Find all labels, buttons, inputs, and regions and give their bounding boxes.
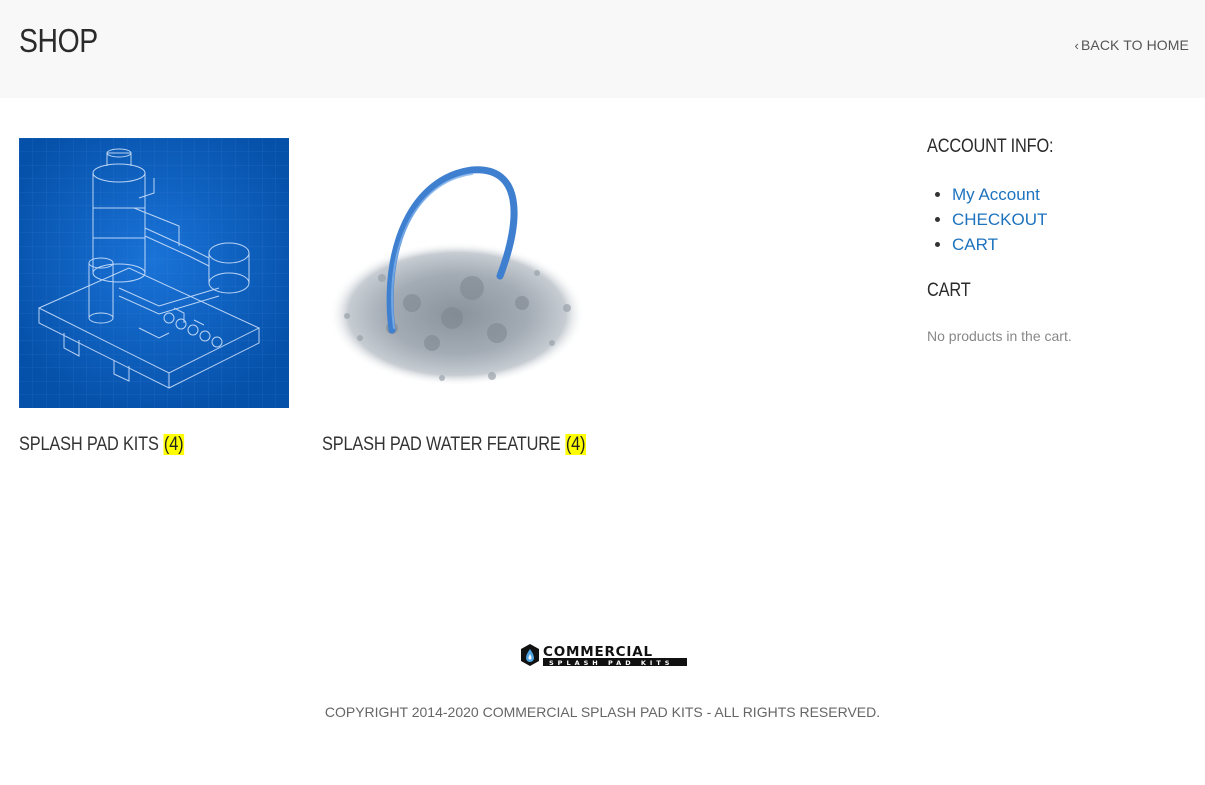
copyright-text: COPYRIGHT 2014-2020 COMMERCIAL SPLASH PA… — [324, 704, 881, 720]
cart-link[interactable]: CART — [952, 235, 998, 254]
cart-empty-message: No products in the cart. — [927, 328, 1072, 344]
company-logo[interactable]: COMMERCIAL SPLASH PAD KITS — [519, 642, 689, 670]
cart-widget-title: CART — [927, 280, 971, 301]
back-to-home-label: BACK TO HOME — [1080, 37, 1189, 53]
list-item: CART — [952, 232, 1047, 257]
category-title: SPLASH PAD KITS (4) — [19, 432, 185, 458]
my-account-link[interactable]: My Account — [952, 185, 1040, 204]
list-item: CHECKOUT — [952, 207, 1047, 232]
category-count-badge: (4) — [564, 434, 587, 455]
back-to-home-link[interactable]: ‹ BACK TO HOME — [1075, 36, 1189, 55]
category-title: SPLASH PAD WATER FEATURE (4) — [322, 432, 587, 458]
page-title: SHOP — [19, 22, 98, 59]
category-splash-pad-water-feature[interactable]: SPLASH PAD WATER FEATURE (4) — [322, 138, 592, 455]
water-arch-feature-image — [322, 138, 592, 408]
category-count-badge: (4) — [163, 434, 185, 455]
category-splash-pad-kits[interactable]: SPLASH PAD KITS (4) — [19, 138, 289, 455]
logo-sub-text: SPLASH PAD KITS — [549, 659, 673, 667]
blueprint-kit-image — [19, 138, 289, 408]
checkout-link[interactable]: CHECKOUT — [952, 210, 1047, 229]
category-name: SPLASH PAD KITS — [19, 434, 159, 455]
page-header: SHOP ‹ BACK TO HOME — [0, 0, 1205, 98]
account-links-list: My Account CHECKOUT CART — [927, 182, 1047, 257]
category-name: SPLASH PAD WATER FEATURE — [322, 434, 561, 455]
list-item: My Account — [952, 182, 1047, 207]
chevron-left-icon: ‹ — [1074, 38, 1079, 53]
account-info-title: ACCOUNT INFO: — [927, 136, 1054, 157]
logo-main-text: COMMERCIAL — [543, 644, 653, 660]
